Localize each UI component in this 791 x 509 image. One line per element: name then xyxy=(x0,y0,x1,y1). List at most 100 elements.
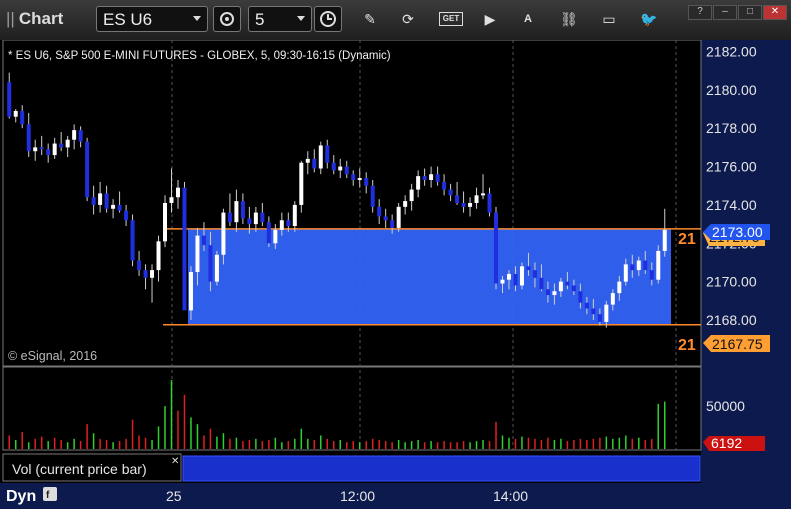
candle-body xyxy=(299,162,304,205)
play-icon[interactable]: ▶ xyxy=(481,10,499,28)
candle-body xyxy=(7,82,12,117)
candle-body xyxy=(286,220,291,227)
link-icon[interactable]: ⛓ xyxy=(560,10,578,28)
interval-combo[interactable]: 5 xyxy=(248,6,312,32)
chart-toolbar: || Chart ES U6 5 ✎ ⟳ GET ▶ A ⛓ ▭ 🐦 ? – □ ✕ xyxy=(0,0,791,41)
symbol-value: ES U6 xyxy=(103,10,153,29)
candle-body xyxy=(182,187,187,311)
dyn-label[interactable]: Dyn xyxy=(6,488,36,505)
time-axis-panel xyxy=(0,483,791,509)
candle-body xyxy=(539,277,544,290)
candle-body xyxy=(636,260,641,271)
candle-body xyxy=(20,110,25,125)
minimize-button[interactable]: – xyxy=(713,5,737,20)
get-icon[interactable]: GET xyxy=(439,12,463,26)
candle-body xyxy=(117,204,122,211)
window-controls: ? – □ ✕ xyxy=(687,1,787,20)
candle-body xyxy=(72,130,77,140)
comment-icon[interactable]: ▭ xyxy=(600,10,618,28)
candle[interactable] xyxy=(656,245,661,284)
candle-body xyxy=(545,289,550,296)
candle-body xyxy=(240,201,245,219)
candle-body xyxy=(195,235,200,273)
candle-body xyxy=(481,193,486,196)
time-tick-1400: 14:00 xyxy=(493,488,528,504)
candle-body xyxy=(383,216,388,221)
grip-handle[interactable]: || xyxy=(6,9,15,28)
candle-body xyxy=(318,145,323,169)
candle-body xyxy=(188,272,193,311)
candle-body xyxy=(519,266,524,286)
price-tick-label: 2180.00 xyxy=(706,82,757,98)
candle-body xyxy=(247,218,252,225)
clock-icon xyxy=(320,11,336,27)
volume-legend-strip xyxy=(182,455,701,482)
candle-body xyxy=(78,130,83,142)
candle[interactable] xyxy=(214,250,219,286)
candle-body xyxy=(468,203,473,207)
twitter-icon[interactable]: 🐦 xyxy=(640,10,658,28)
chart-header: * ES U6, S&P 500 E-MINI FUTURES - GLOBEX… xyxy=(8,50,391,62)
candle-body xyxy=(253,212,258,225)
candle[interactable] xyxy=(85,137,90,202)
candle-body xyxy=(409,189,414,202)
candle-body xyxy=(578,291,583,303)
candle-body xyxy=(169,197,174,203)
candle[interactable] xyxy=(182,181,187,311)
candle-body xyxy=(435,174,440,182)
candle-body xyxy=(104,193,109,209)
candle[interactable] xyxy=(494,206,499,290)
candle-body xyxy=(279,220,284,230)
candle-body xyxy=(156,241,161,271)
candle-body xyxy=(201,235,206,246)
candle[interactable] xyxy=(396,203,401,232)
candle-body xyxy=(150,270,155,278)
alert-icon[interactable]: A xyxy=(519,10,537,28)
candle-body xyxy=(292,204,297,227)
chevron-down-icon[interactable] xyxy=(193,16,201,21)
close-button[interactable]: ✕ xyxy=(763,5,787,20)
candle-body xyxy=(558,281,563,292)
candle[interactable] xyxy=(130,214,135,267)
settings-button[interactable] xyxy=(213,6,241,32)
refresh-icon[interactable]: ⟳ xyxy=(399,10,417,28)
candle-body xyxy=(234,201,239,223)
candle[interactable] xyxy=(519,262,524,290)
candle-body xyxy=(59,143,64,148)
pencil-icon[interactable]: ✎ xyxy=(361,10,379,28)
candle-body xyxy=(344,166,349,175)
candle-body xyxy=(163,203,168,242)
candle[interactable] xyxy=(163,195,168,248)
lower-line-prefix: 21 xyxy=(678,337,696,354)
maximize-button[interactable]: □ xyxy=(738,5,762,20)
interval-value: 5 xyxy=(255,10,265,29)
candle-body xyxy=(273,229,278,244)
candle-body xyxy=(221,212,226,255)
candle-body xyxy=(390,220,395,228)
candle-body xyxy=(500,279,505,284)
candle-body xyxy=(643,260,648,271)
chart-area[interactable]: 2182.002180.002178.002176.002174.002172.… xyxy=(0,40,791,509)
chevron-down-icon[interactable] xyxy=(297,16,305,21)
candle-body xyxy=(396,206,401,228)
candle-body xyxy=(111,204,116,209)
copyright-label: © eSignal, 2016 xyxy=(8,349,97,363)
price-tick-label: 2174.00 xyxy=(706,197,757,213)
candle-body xyxy=(266,222,271,244)
clock-button[interactable] xyxy=(314,6,342,32)
candle[interactable] xyxy=(299,160,304,213)
highlight-zone[interactable] xyxy=(188,228,671,325)
time-tick-25: 25 xyxy=(166,488,182,504)
candle-body xyxy=(260,212,265,223)
candle-body xyxy=(487,193,492,213)
price-tick-label: 2176.00 xyxy=(706,159,757,175)
help-button[interactable]: ? xyxy=(688,5,712,20)
candle-body xyxy=(448,189,453,196)
settings-icon xyxy=(220,12,234,26)
close-icon[interactable]: ✕ xyxy=(171,456,179,467)
last-price-value: 2173.00 xyxy=(712,224,763,240)
candle-body xyxy=(130,220,135,261)
candle-body xyxy=(33,147,38,152)
symbol-combo[interactable]: ES U6 xyxy=(96,6,208,32)
candle-body xyxy=(98,193,103,205)
